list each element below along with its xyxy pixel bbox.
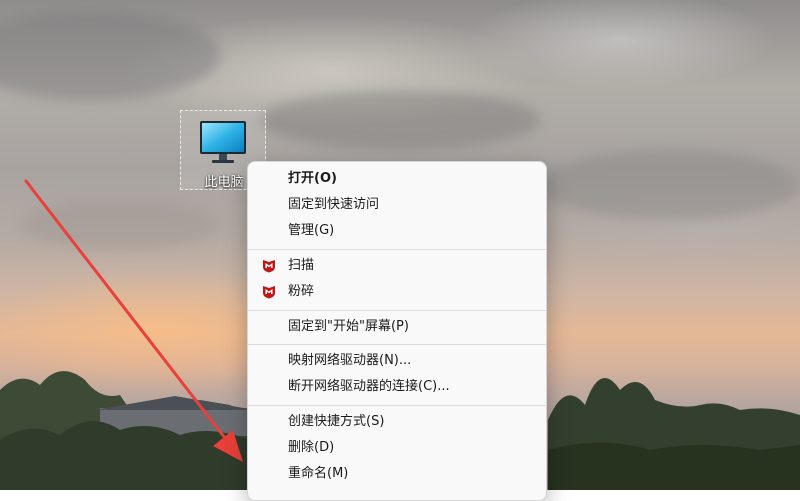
menu-item-open[interactable]: 打开(O) <box>252 166 542 192</box>
menu-separator <box>248 249 546 250</box>
menu-item-label: 打开(O) <box>288 171 337 186</box>
menu-item-map-network-drive[interactable]: 映射网络驱动器(N)... <box>252 348 542 374</box>
mcafee-shield-icon <box>263 260 275 273</box>
menu-item-label: 断开网络驱动器的连接(C)... <box>288 379 450 394</box>
context-menu: 打开(O) 固定到快速访问 管理(G) 扫描 粉碎 固定到"开始"屏幕(P) 映… <box>247 161 547 501</box>
menu-item-label: 扫描 <box>288 258 315 273</box>
menu-item-rename[interactable]: 重命名(M) <box>252 461 542 487</box>
menu-separator <box>248 344 546 345</box>
menu-item-label: 管理(G) <box>288 223 335 238</box>
monitor-icon <box>200 121 246 163</box>
menu-item-disconnect-network-drive[interactable]: 断开网络驱动器的连接(C)... <box>252 374 542 400</box>
mcafee-shield-icon <box>263 286 275 299</box>
menu-item-label: 固定到快速访问 <box>288 197 380 212</box>
menu-item-label: 删除(D) <box>288 440 335 455</box>
menu-item-pin-start[interactable]: 固定到"开始"屏幕(P) <box>252 314 542 340</box>
menu-item-manage[interactable]: 管理(G) <box>252 218 542 244</box>
menu-item-label: 粉碎 <box>288 284 315 299</box>
menu-item-label: 映射网络驱动器(N)... <box>288 353 412 368</box>
wallpaper-cloud <box>0 10 220 100</box>
wallpaper-cloud <box>260 90 540 150</box>
wallpaper-cloud <box>20 200 220 250</box>
menu-separator <box>248 405 546 406</box>
menu-item-pin-quick-access[interactable]: 固定到快速访问 <box>252 192 542 218</box>
menu-item-label: 重命名(M) <box>288 466 349 481</box>
wallpaper-cloud <box>540 150 800 220</box>
menu-item-label: 固定到"开始"屏幕(P) <box>288 319 409 334</box>
menu-item-scan[interactable]: 扫描 <box>252 253 542 279</box>
menu-item-delete[interactable]: 删除(D) <box>252 435 542 461</box>
menu-separator <box>248 310 546 311</box>
menu-item-label: 创建快捷方式(S) <box>288 414 385 429</box>
menu-item-shred[interactable]: 粉碎 <box>252 279 542 305</box>
menu-item-create-shortcut[interactable]: 创建快捷方式(S) <box>252 409 542 435</box>
